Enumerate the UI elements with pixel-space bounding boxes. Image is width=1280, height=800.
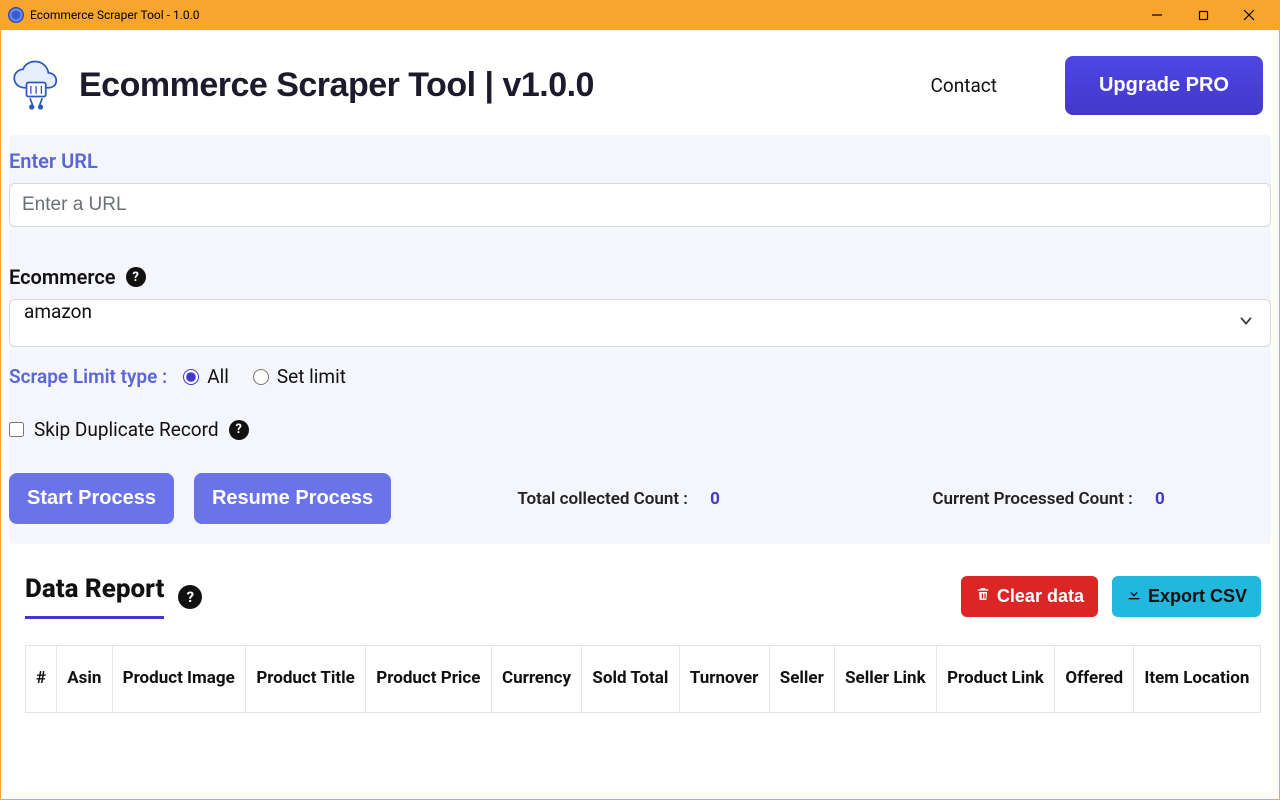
url-input[interactable] <box>9 183 1271 227</box>
maximize-button[interactable] <box>1180 0 1226 30</box>
counts: Total collected Count : 0 Current Proces… <box>411 489 1271 509</box>
titlebar: Ecommerce Scraper Tool - 1.0.0 <box>0 0 1280 30</box>
app-header: Ecommerce Scraper Tool | v1.0.0 Contact … <box>9 36 1271 135</box>
help-icon[interactable]: ? <box>126 267 146 287</box>
contact-link[interactable]: Contact <box>931 74 997 97</box>
col-currency: Currency <box>491 646 581 713</box>
form-area: Enter URL Ecommerce ? amazon Scrape Limi… <box>9 135 1271 544</box>
table-header-row: # Asin Product Image Product Title Produ… <box>26 646 1261 713</box>
limit-all-input[interactable] <box>183 369 199 385</box>
report-title: Data Report <box>25 574 164 619</box>
ecommerce-label: Ecommerce ? <box>9 261 1271 299</box>
limit-set-input[interactable] <box>253 369 269 385</box>
total-count-label: Total collected Count : <box>517 489 688 509</box>
data-table: # Asin Product Image Product Title Produ… <box>25 645 1261 713</box>
limit-all-label: All <box>207 365 229 388</box>
skip-duplicate-row: Skip Duplicate Record ? <box>9 388 1271 441</box>
col-sellerlink: Seller Link <box>835 646 937 713</box>
clear-data-button[interactable]: Clear data <box>961 576 1098 617</box>
col-offered: Offered <box>1055 646 1134 713</box>
resume-process-button[interactable]: Resume Process <box>194 473 391 524</box>
col-price: Product Price <box>366 646 492 713</box>
app-icon <box>8 7 24 23</box>
ecommerce-label-text: Ecommerce <box>9 265 116 289</box>
col-seller: Seller <box>769 646 834 713</box>
url-label: Enter URL <box>9 145 1271 183</box>
total-count-value: 0 <box>710 489 720 509</box>
app-logo-icon <box>9 58 65 114</box>
col-turnover: Turnover <box>679 646 769 713</box>
help-icon[interactable]: ? <box>178 585 202 609</box>
report-area: Data Report ? Clear data Export CSV # <box>9 544 1271 713</box>
window-title: Ecommerce Scraper Tool - 1.0.0 <box>30 8 1134 22</box>
ecommerce-select[interactable]: amazon <box>9 299 1271 347</box>
download-icon <box>1126 586 1142 607</box>
total-count: Total collected Count : 0 <box>517 489 720 509</box>
clear-data-label: Clear data <box>997 586 1084 607</box>
start-process-button[interactable]: Start Process <box>9 473 174 524</box>
report-header: Data Report ? Clear data Export CSV <box>25 574 1261 619</box>
current-count-label: Current Processed Count : <box>932 489 1132 509</box>
col-location: Item Location <box>1134 646 1261 713</box>
minimize-button[interactable] <box>1134 0 1180 30</box>
limit-set-radio[interactable]: Set limit <box>253 365 346 388</box>
current-count-value: 0 <box>1155 489 1165 509</box>
limit-all-radio[interactable]: All <box>183 365 229 388</box>
trash-icon <box>975 586 991 607</box>
col-sold: Sold Total <box>582 646 679 713</box>
scrape-limit-row: Scrape Limit type : All Set limit <box>9 347 1271 388</box>
export-csv-label: Export CSV <box>1148 586 1247 607</box>
limit-set-label: Set limit <box>277 365 346 388</box>
export-csv-button[interactable]: Export CSV <box>1112 576 1261 617</box>
col-index: # <box>26 646 57 713</box>
skip-duplicate-checkbox[interactable] <box>9 422 24 437</box>
upgrade-pro-button[interactable]: Upgrade PRO <box>1065 56 1263 115</box>
current-count: Current Processed Count : 0 <box>932 489 1164 509</box>
help-icon[interactable]: ? <box>229 420 249 440</box>
col-image: Product Image <box>112 646 246 713</box>
close-button[interactable] <box>1226 0 1272 30</box>
skip-duplicate-label: Skip Duplicate Record <box>34 418 219 441</box>
app-title: Ecommerce Scraper Tool | v1.0.0 <box>79 66 917 105</box>
window-controls <box>1134 0 1272 30</box>
col-title: Product Title <box>246 646 366 713</box>
col-prodlink: Product Link <box>937 646 1055 713</box>
col-asin: Asin <box>57 646 112 713</box>
scrape-limit-label: Scrape Limit type : <box>9 365 167 388</box>
action-row: Start Process Resume Process Total colle… <box>9 441 1271 524</box>
